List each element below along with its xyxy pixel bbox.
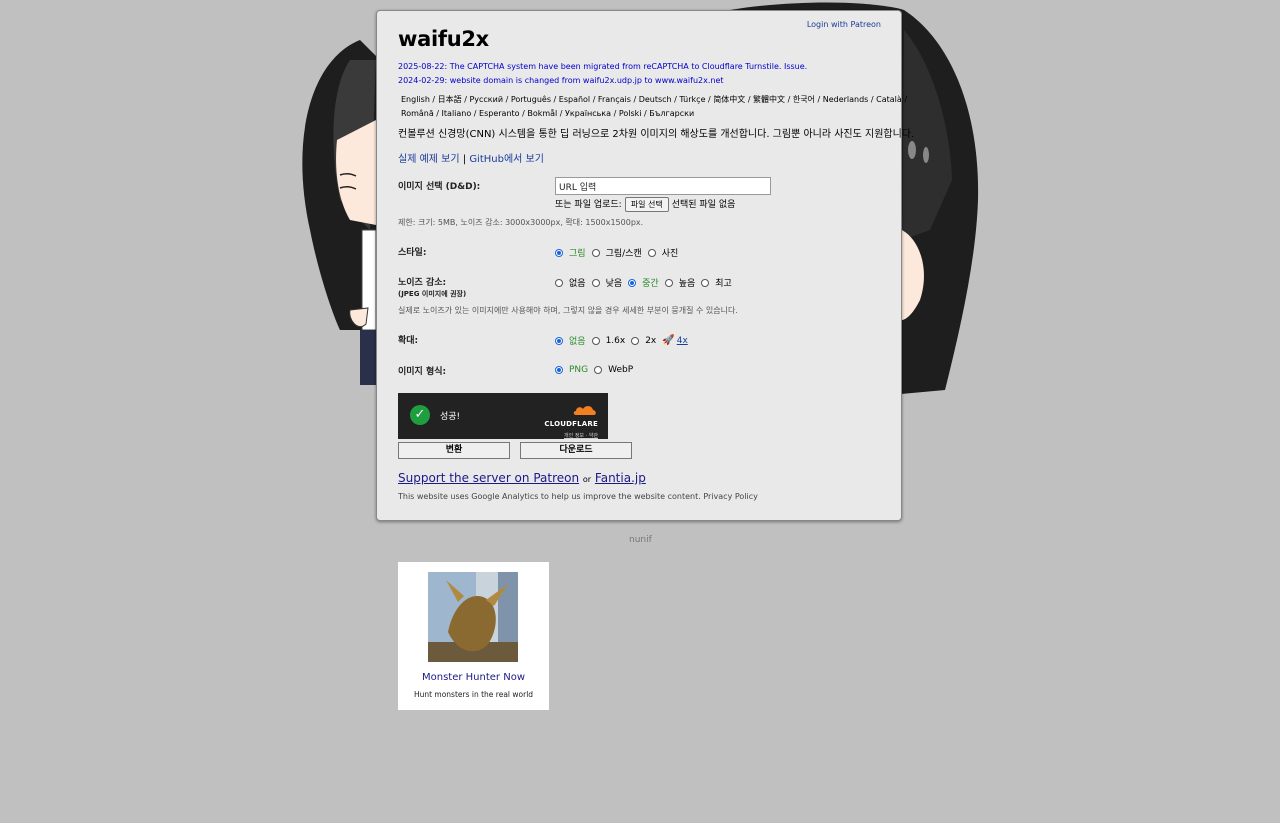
format-option-label: WebP	[608, 365, 634, 375]
example-link[interactable]: 실제 예제 보기	[398, 154, 460, 165]
style-option-label: 그림	[569, 249, 586, 259]
style-radio-art[interactable]	[555, 248, 563, 257]
check-icon: ✓	[410, 405, 430, 425]
convert-button[interactable]: 변환	[398, 442, 510, 459]
download-button[interactable]: 다운로드	[520, 442, 632, 459]
image-select-label: 이미지 선택 (D&D):	[398, 182, 481, 192]
style-option-label: 사진	[661, 249, 679, 259]
style-options: 그림 그림/스캔 사진	[555, 246, 684, 259]
scale-options: 없음 1.6x 2x 🚀 4x	[555, 334, 688, 347]
scale-option-label: 2x	[645, 335, 657, 346]
url-input[interactable]	[555, 177, 771, 195]
cloud-icon	[573, 406, 596, 415]
cloudflare-brand: CLOUDFLARE	[544, 420, 598, 428]
noise-option-label: 없음	[569, 279, 586, 289]
ad-banner[interactable]: Monster Hunter Now Hunt monsters in the …	[398, 562, 549, 710]
style-radio-art-scan[interactable]	[591, 248, 600, 257]
main-panel: Login with Patreon waifu2x 2025-08-22: T…	[376, 10, 914, 521]
noise-radio-highest[interactable]	[701, 278, 710, 287]
news-item[interactable]: 2024-02-29: website domain is changed fr…	[398, 76, 724, 85]
scale-radio-2x[interactable]	[631, 336, 640, 345]
noise-radio-none[interactable]	[555, 278, 563, 287]
noise-note: 실제로 노이즈가 있는 이미지에만 사용해야 하며, 그렇지 않을 경우 세세한…	[398, 306, 738, 315]
file-status: 선택된 파일 없음	[671, 200, 736, 210]
site-description: 컨볼루션 신경망(CNN) 시스템을 통한 딥 러닝으로 2차원 이미지의 해상…	[398, 129, 915, 140]
scale-option-label: 1.6x	[605, 335, 626, 346]
rocket-icon: 🚀	[662, 335, 675, 346]
style-radio-photo[interactable]	[647, 248, 656, 257]
style-option-label: 그림/스캔	[605, 249, 642, 259]
scale-radio-none[interactable]	[555, 336, 563, 345]
captcha-status: 성공!	[440, 412, 461, 422]
scale-label: 확대:	[398, 336, 419, 346]
ad-title[interactable]: Monster Hunter Now	[398, 672, 549, 683]
size-limit-note: 제한: 크기: 5MB, 노이즈 감소: 3000x3000px, 확대: 15…	[398, 218, 644, 227]
support-line: Support the server on Patreon or Fantia.…	[398, 471, 646, 485]
noise-option-label: 최고	[715, 279, 732, 289]
noise-option-label: 높음	[678, 279, 696, 289]
cloudflare-logo: CLOUDFLARE 개인 정보 · 약관	[542, 401, 598, 439]
captcha-links[interactable]: 개인 정보 · 약관	[542, 432, 598, 439]
support-or: or	[582, 475, 592, 484]
language-list[interactable]: English / 日本語 / Русский / Português / Es…	[401, 94, 907, 105]
noise-option-label: 중간	[642, 279, 659, 289]
info-links: 실제 예제 보기 | GitHub에서 보기	[398, 150, 544, 165]
file-choose-button[interactable]: 파일 선택	[624, 197, 669, 212]
site-title: waifu2x	[398, 27, 489, 51]
ad-image	[428, 572, 518, 662]
format-label: 이미지 형식:	[398, 367, 447, 377]
scale-option-label: 없음	[569, 337, 586, 347]
noise-radio-low[interactable]	[591, 278, 600, 287]
scale-4x-link[interactable]: 4x	[677, 336, 688, 346]
format-radio-png[interactable]	[555, 366, 563, 374]
noise-radio-high[interactable]	[664, 278, 673, 287]
privacy-note[interactable]: This website uses Google Analytics to he…	[398, 492, 758, 501]
ad-subtitle: Hunt monsters in the real world	[413, 690, 534, 699]
style-label: 스타일:	[398, 248, 427, 258]
scale-radio-1-6x[interactable]	[591, 336, 600, 345]
format-option-label: PNG	[569, 365, 589, 375]
news-item[interactable]: 2025-08-22: The CAPTCHA system have been…	[398, 62, 807, 71]
link-separator: |	[462, 154, 467, 165]
fantia-link[interactable]: Fantia.jp	[595, 471, 646, 485]
noise-sublabel: (JPEG 이미지에 권장)	[398, 290, 467, 298]
format-radio-webp[interactable]	[594, 366, 603, 374]
language-list[interactable]: Română / Italiano / Esperanto / Bokmål /…	[401, 109, 694, 118]
noise-options: 없음 낮음 중간 높음 최고	[555, 276, 738, 289]
github-link[interactable]: GitHub에서 보기	[469, 154, 544, 165]
noise-option-label: 낮음	[605, 279, 623, 289]
captcha-widget[interactable]: ✓ 성공! CLOUDFLARE 개인 정보 · 약관	[398, 393, 608, 439]
noise-label: 노이즈 감소:	[398, 278, 447, 288]
patreon-support-link[interactable]: Support the server on Patreon	[398, 471, 579, 485]
footer-author: nunif	[629, 535, 652, 545]
noise-radio-medium[interactable]	[628, 278, 637, 287]
file-upload-row: 또는 파일 업로드: 파일 선택 선택된 파일 없음	[555, 197, 735, 212]
file-upload-prefix: 또는 파일 업로드:	[555, 200, 622, 210]
format-options: PNG WebP	[555, 365, 639, 375]
login-patreon-link[interactable]: Login with Patreon	[807, 20, 881, 29]
